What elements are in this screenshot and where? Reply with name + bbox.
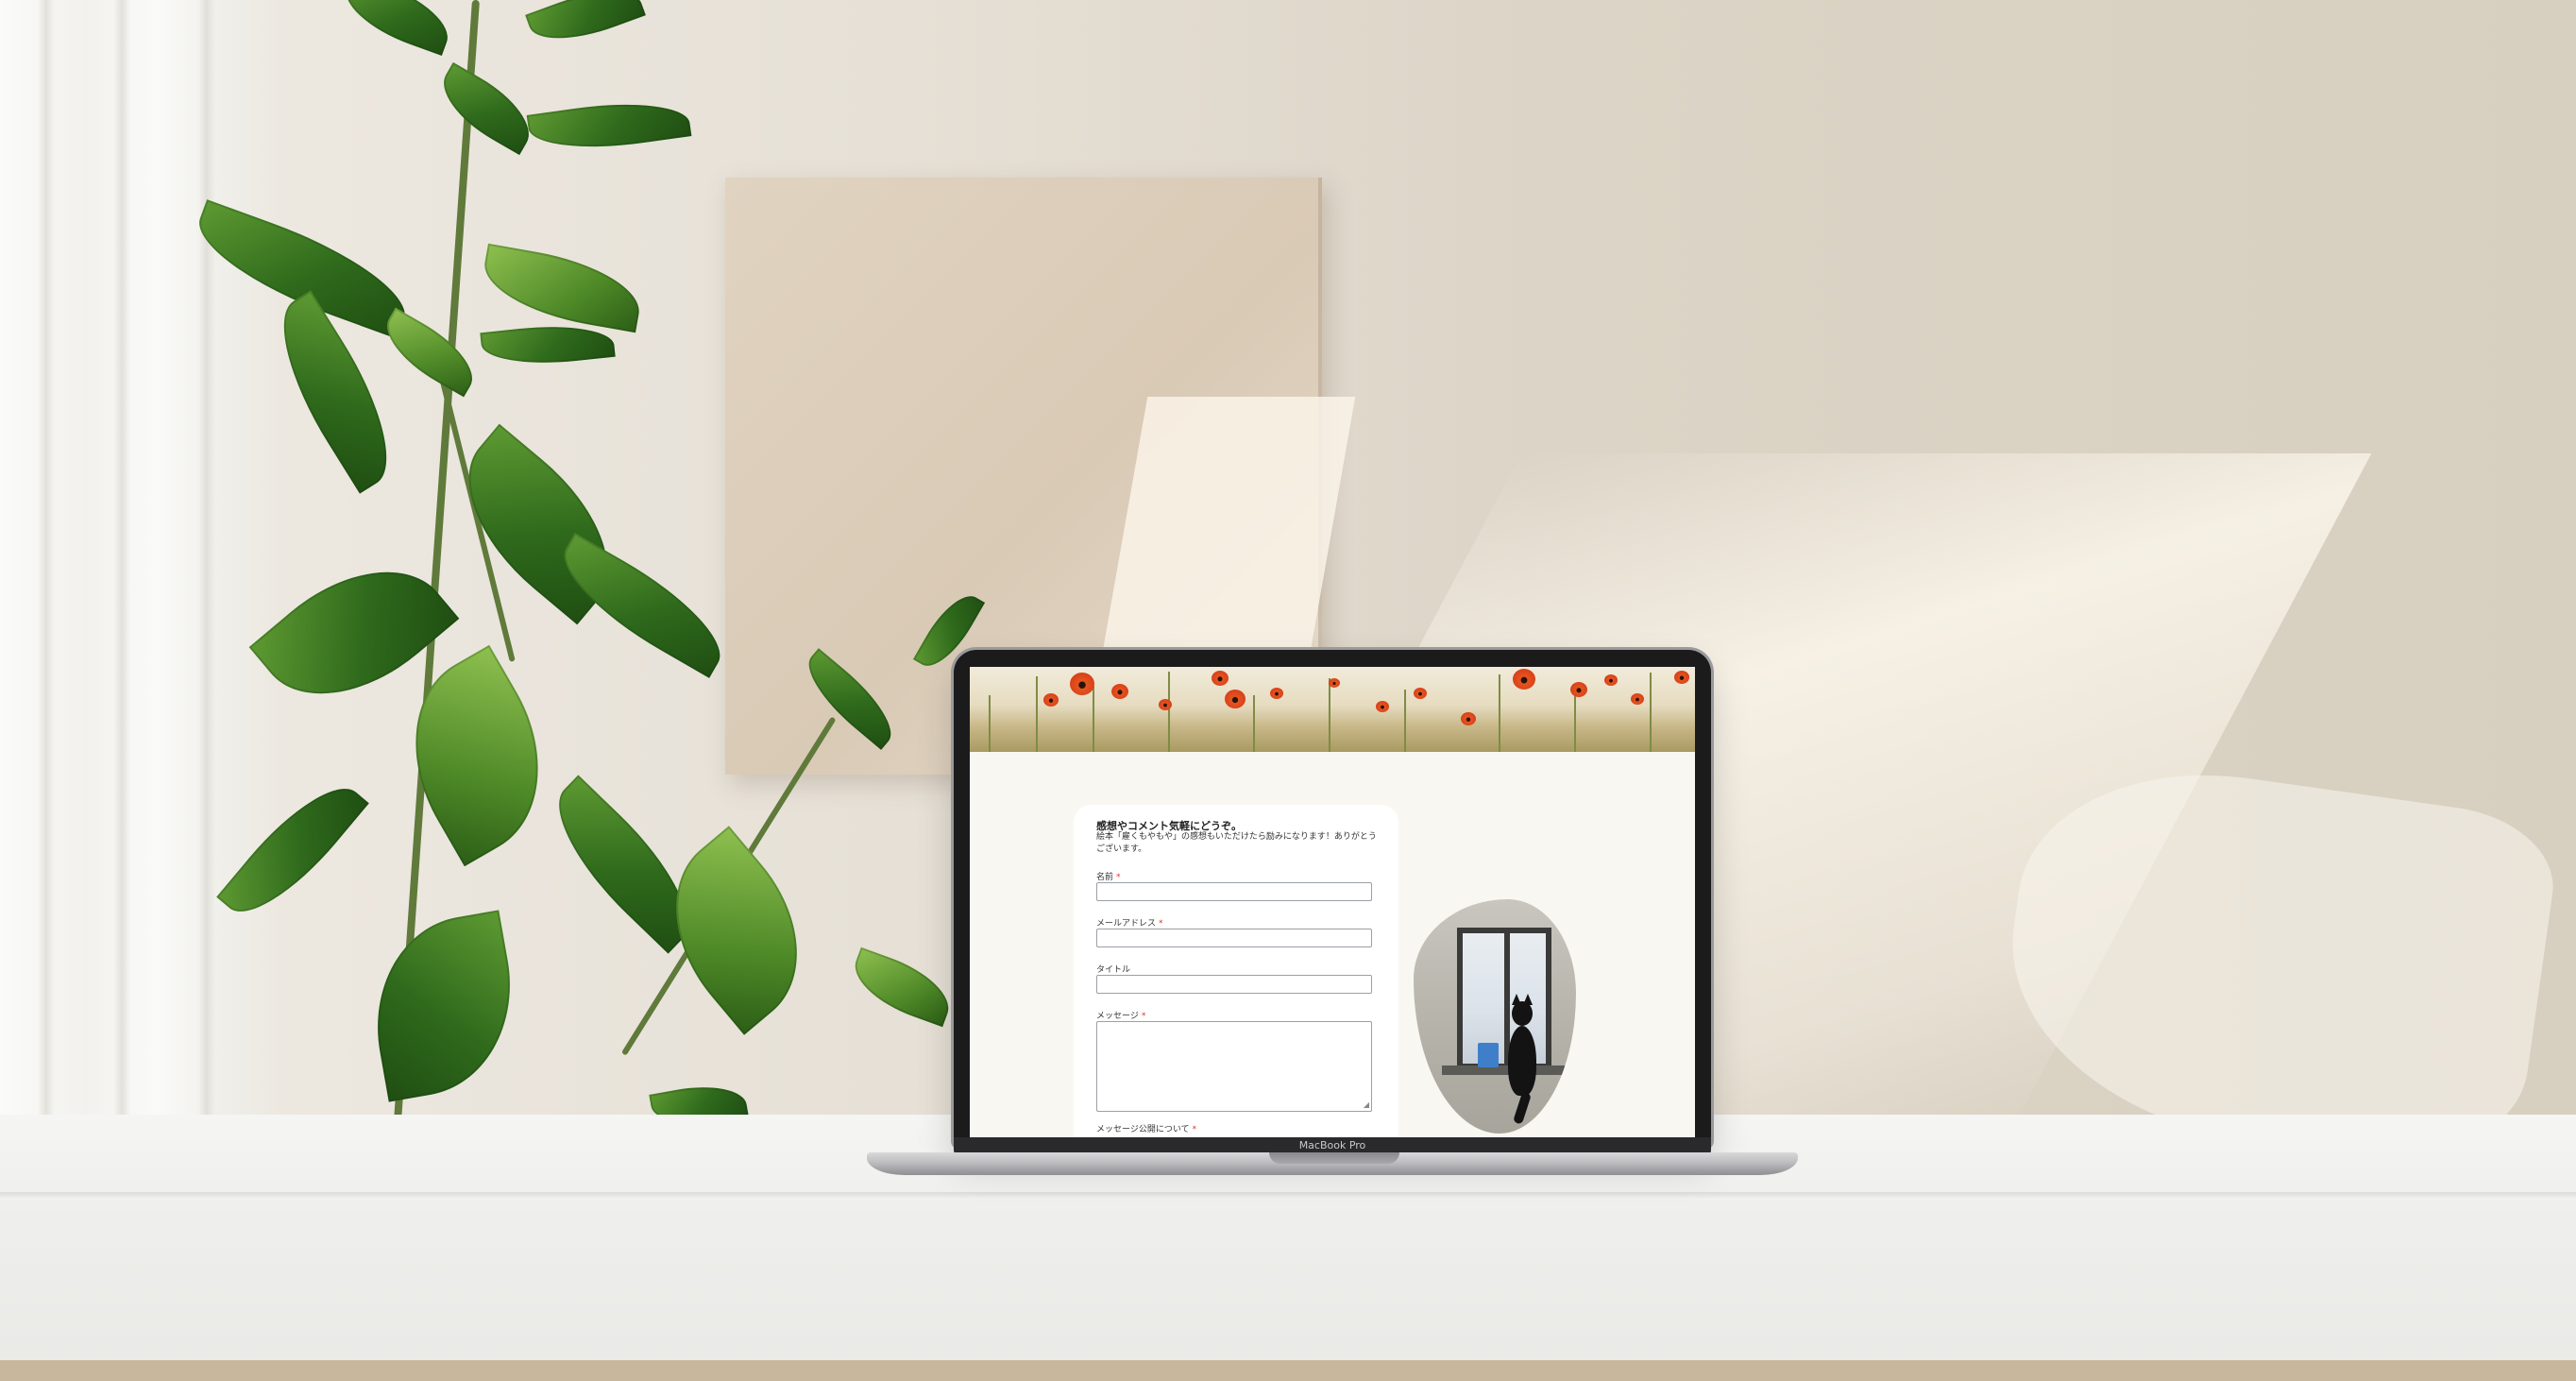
- message-field-label: メッセージ *: [1096, 1009, 1145, 1021]
- poppy-flower: [1225, 690, 1246, 708]
- curtain-fold: [38, 0, 55, 1152]
- poppy-flower: [1631, 693, 1644, 705]
- title-field[interactable]: [1096, 975, 1372, 994]
- laptop-opening-notch: [1269, 1152, 1399, 1164]
- poppy-flower: [1043, 693, 1059, 707]
- grass-stalk: [1404, 690, 1406, 752]
- publish-field-label: メッセージ公開について *: [1096, 1122, 1196, 1134]
- poppy-flower: [1674, 671, 1689, 684]
- message-textarea[interactable]: ◢: [1096, 1021, 1372, 1112]
- black-cat-window-photo: [1414, 899, 1576, 1134]
- poppy-flower: [1212, 671, 1229, 686]
- email-field-label: メールアドレス *: [1096, 916, 1163, 929]
- grass-stalk: [1253, 695, 1255, 752]
- cat-tail: [1512, 1091, 1533, 1125]
- poppy-flower: [1111, 684, 1128, 699]
- title-field-label: タイトル: [1096, 963, 1130, 975]
- grass-stalk: [1168, 672, 1170, 752]
- title-label-text: タイトル: [1096, 965, 1131, 975]
- floor-strip: [0, 1360, 2576, 1381]
- window-sill: [1442, 1066, 1565, 1075]
- required-mark: *: [1192, 1125, 1197, 1134]
- table-edge: [0, 1192, 2576, 1200]
- curtain-fold: [198, 0, 215, 1152]
- poppy-flower: [1329, 678, 1340, 688]
- grass-stalk: [1499, 674, 1500, 752]
- grass-stalk: [1650, 673, 1652, 752]
- poppy-flower: [1604, 674, 1618, 686]
- required-mark: *: [1141, 1012, 1146, 1021]
- grass-stalk: [1329, 678, 1330, 752]
- name-label-text: 名前: [1096, 873, 1114, 882]
- contact-form-card: 感想やコメント気軽にどうぞ。 絵本「雇くもやもや」の感想もいただけたら励みになり…: [1074, 805, 1398, 1139]
- poppy-flower: [1570, 682, 1587, 697]
- required-mark: *: [1159, 919, 1163, 929]
- grass-stalk: [1093, 686, 1094, 752]
- email-field[interactable]: [1096, 929, 1372, 947]
- email-label-text: メールアドレス: [1096, 919, 1157, 929]
- poppy-flower: [1070, 673, 1094, 695]
- poppy-banner-image: [970, 667, 1695, 752]
- curtain-fold: [113, 0, 130, 1152]
- grass-stalk: [989, 695, 991, 752]
- form-intro-text: 絵本「雇くもやもや」の感想もいただけたら励みになります！ありがとうございます。: [1096, 832, 1377, 854]
- name-field[interactable]: [1096, 882, 1372, 901]
- poppy-flower: [1159, 699, 1172, 710]
- poppy-flower: [1513, 669, 1535, 690]
- cat-silhouette: [1508, 994, 1540, 1125]
- blue-cup: [1478, 1043, 1499, 1067]
- cat-body: [1508, 1026, 1536, 1096]
- message-label-text: メッセージ: [1096, 1012, 1139, 1021]
- poppy-flower: [1414, 688, 1427, 699]
- textarea-resize-handle-icon[interactable]: ◢: [1364, 1100, 1369, 1109]
- laptop-model-label: MacBook Pro: [1298, 1139, 1366, 1151]
- poppy-flower: [1270, 688, 1283, 699]
- required-mark: *: [1116, 873, 1121, 882]
- publish-label-text: メッセージ公開について: [1096, 1125, 1190, 1134]
- laptop-screen: 感想やコメント気軽にどうぞ。 絵本「雇くもやもや」の感想もいただけたら励みになり…: [970, 667, 1695, 1139]
- poppy-flower: [1376, 701, 1389, 712]
- cat-head: [1512, 1001, 1533, 1026]
- grass-stalk: [1036, 676, 1038, 752]
- poppy-flower: [1461, 712, 1476, 725]
- name-field-label: 名前 *: [1096, 870, 1121, 882]
- curtain: [0, 0, 283, 1152]
